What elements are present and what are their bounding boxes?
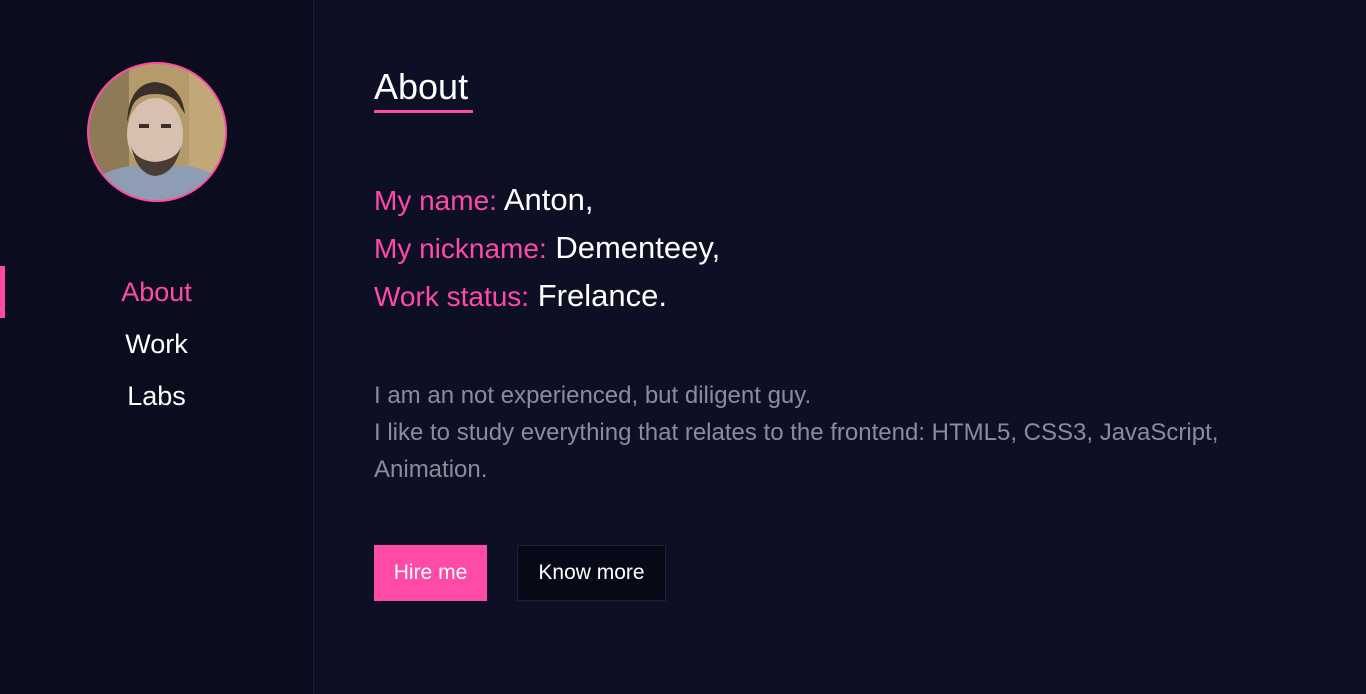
fact-value: Frelance. — [537, 278, 667, 313]
fact-value: Dementeey, — [555, 230, 721, 265]
nav-item-about[interactable]: About — [0, 266, 313, 318]
active-indicator — [0, 266, 5, 318]
sidebar-nav: About Work Labs — [0, 266, 313, 422]
nav-item-label: About — [121, 277, 192, 307]
nav-item-label: Work — [125, 329, 188, 359]
fact-key: Work status: — [374, 281, 530, 312]
bio-line: I like to study everything that relates … — [374, 419, 1219, 446]
hire-me-button[interactable]: Hire me — [374, 545, 487, 601]
know-more-button[interactable]: Know more — [517, 545, 666, 601]
nav-item-labs[interactable]: Labs — [0, 370, 313, 422]
nav-item-label: Labs — [127, 381, 186, 411]
facts-list: My name: Anton, My nickname: Dementeey, … — [374, 176, 720, 320]
nav-item-work[interactable]: Work — [0, 318, 313, 370]
fact-nickname: My nickname: Dementeey, — [374, 224, 720, 272]
fact-key: My nickname: — [374, 233, 547, 264]
avatar-photo-icon — [89, 64, 225, 200]
fact-key: My name: — [374, 185, 497, 216]
bio-line: Animation. — [374, 456, 488, 483]
page-title: About — [374, 66, 469, 107]
page: About Work Labs About My name: Anton, My… — [0, 0, 1366, 694]
sidebar: About Work Labs — [0, 0, 314, 694]
bio-text: I am an not experienced, but diligent gu… — [374, 377, 1274, 488]
fact-name: My name: Anton, — [374, 176, 720, 224]
bio-line: I am an not experienced, but diligent gu… — [374, 382, 812, 409]
title-underline — [374, 110, 473, 113]
fact-work-status: Work status: Frelance. — [374, 272, 720, 320]
fact-value: Anton, — [503, 182, 594, 217]
avatar — [87, 62, 227, 202]
